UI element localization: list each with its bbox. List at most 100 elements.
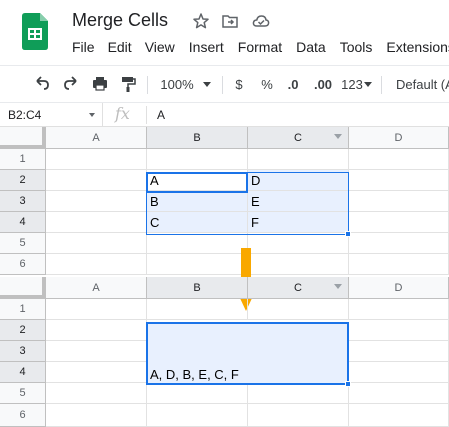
cell-a2[interactable] <box>46 320 147 341</box>
column-header-a[interactable]: A <box>46 127 147 149</box>
cell-a5[interactable] <box>46 383 147 404</box>
cell-b3[interactable]: B <box>147 191 248 212</box>
cell-a1[interactable] <box>46 149 147 170</box>
cell-c1[interactable] <box>248 299 349 320</box>
row-header-3[interactable]: 3 <box>0 341 46 362</box>
move-to-folder-icon[interactable] <box>221 12 239 30</box>
more-formats-dropdown-icon[interactable] <box>364 66 372 102</box>
menu-view[interactable]: View <box>145 39 175 57</box>
menu-file[interactable]: File <box>72 39 95 57</box>
cell-d6[interactable] <box>349 404 449 427</box>
fill-handle[interactable] <box>345 381 351 387</box>
more-formats-button[interactable]: 123 <box>339 66 365 102</box>
row-header-4[interactable]: 4 <box>0 212 46 233</box>
sheet-before: A B C D 1 2 3 4 5 6 A D B E C F <box>0 127 449 277</box>
cell-b5[interactable] <box>147 233 248 254</box>
cell-c6[interactable] <box>248 404 349 427</box>
row-header-6[interactable]: 6 <box>0 254 46 275</box>
cell-c4[interactable]: F <box>248 212 349 233</box>
cell-c6[interactable] <box>248 254 349 275</box>
name-box-dropdown-icon[interactable] <box>89 113 95 117</box>
cell-a4[interactable] <box>46 362 147 383</box>
menu-insert[interactable]: Insert <box>189 39 224 57</box>
column-header-b[interactable]: B <box>147 127 248 149</box>
print-icon[interactable] <box>90 66 110 102</box>
cell-a2[interactable] <box>46 170 147 191</box>
cell-c3[interactable]: E <box>248 191 349 212</box>
cell-b6[interactable] <box>147 254 248 275</box>
row-header-5[interactable]: 5 <box>0 383 46 404</box>
cell-b6[interactable] <box>147 404 248 427</box>
paint-format-icon[interactable] <box>118 66 138 102</box>
menu-tools[interactable]: Tools <box>340 39 373 57</box>
cell-a6[interactable] <box>46 254 147 275</box>
row-header-4[interactable]: 4 <box>0 362 46 383</box>
cell-b5[interactable] <box>147 383 248 404</box>
cell-d5[interactable] <box>349 383 449 404</box>
undo-icon[interactable] <box>32 66 52 102</box>
fill-handle[interactable] <box>345 231 351 237</box>
column-menu-icon[interactable] <box>334 134 342 139</box>
menu-format[interactable]: Format <box>238 39 282 57</box>
cell-b2[interactable]: A <box>147 170 248 191</box>
column-header-d[interactable]: D <box>349 277 449 299</box>
cell-c1[interactable] <box>248 149 349 170</box>
increase-decimals-button[interactable]: .00 <box>311 66 335 102</box>
name-box[interactable]: B2:C4 <box>0 103 103 127</box>
cell-d4[interactable] <box>349 362 449 383</box>
menu-edit[interactable]: Edit <box>108 39 132 57</box>
cell-b4[interactable]: C <box>147 212 248 233</box>
column-header-a[interactable]: A <box>46 277 147 299</box>
cell-d1[interactable] <box>349 149 449 170</box>
cell-c5[interactable] <box>248 233 349 254</box>
zoom-select[interactable]: 100% <box>160 66 194 102</box>
zoom-dropdown-icon[interactable] <box>202 66 212 102</box>
merged-cell-value: A, D, B, E, C, F <box>150 367 239 382</box>
decrease-decimals-button[interactable]: .0 <box>283 66 303 102</box>
cell-d3[interactable] <box>349 191 449 212</box>
cell-b1[interactable] <box>147 149 248 170</box>
cell-d4[interactable] <box>349 212 449 233</box>
cell-a6[interactable] <box>46 404 147 427</box>
column-menu-icon[interactable] <box>334 284 342 289</box>
star-icon[interactable] <box>192 12 210 30</box>
row-header-1[interactable]: 1 <box>0 149 46 170</box>
row-header-6[interactable]: 6 <box>0 404 46 427</box>
cell-a5[interactable] <box>46 233 147 254</box>
cell-b1[interactable] <box>147 299 248 320</box>
cell-d3[interactable] <box>349 341 449 362</box>
sheets-logo-icon[interactable] <box>22 13 48 50</box>
row-header-5[interactable]: 5 <box>0 233 46 254</box>
cell-d1[interactable] <box>349 299 449 320</box>
merged-cell-b2-c4[interactable]: A, D, B, E, C, F <box>146 322 349 385</box>
row-header-1[interactable]: 1 <box>0 299 46 320</box>
cell-c2[interactable]: D <box>248 170 349 191</box>
select-all-corner[interactable] <box>0 127 46 149</box>
cell-d2[interactable] <box>349 320 449 341</box>
redo-icon[interactable] <box>61 66 81 102</box>
currency-format-button[interactable]: $ <box>233 66 245 102</box>
function-icon: fx <box>115 104 130 123</box>
row-header-2[interactable]: 2 <box>0 320 46 341</box>
select-all-corner[interactable] <box>0 277 46 299</box>
cloud-status-icon[interactable] <box>252 12 270 30</box>
cell-d5[interactable] <box>349 233 449 254</box>
row-header-2[interactable]: 2 <box>0 170 46 191</box>
column-header-b[interactable]: B <box>147 277 248 299</box>
percent-format-button[interactable]: % <box>259 66 275 102</box>
cell-a1[interactable] <box>46 299 147 320</box>
cell-d6[interactable] <box>349 254 449 275</box>
row-header-3[interactable]: 3 <box>0 191 46 212</box>
menu-data[interactable]: Data <box>296 39 326 57</box>
cell-c5[interactable] <box>248 383 349 404</box>
cell-a4[interactable] <box>46 212 147 233</box>
cell-d2[interactable] <box>349 170 449 191</box>
column-header-d[interactable]: D <box>349 127 449 149</box>
cell-a3[interactable] <box>46 341 147 362</box>
formula-input[interactable]: A <box>157 108 165 122</box>
document-title[interactable]: Merge Cells <box>72 10 168 31</box>
formula-bar: B2:C4 fx A <box>0 103 449 127</box>
font-select[interactable]: Default (Ar <box>396 66 449 102</box>
menu-extensions[interactable]: Extensions <box>386 39 449 57</box>
cell-a3[interactable] <box>46 191 147 212</box>
